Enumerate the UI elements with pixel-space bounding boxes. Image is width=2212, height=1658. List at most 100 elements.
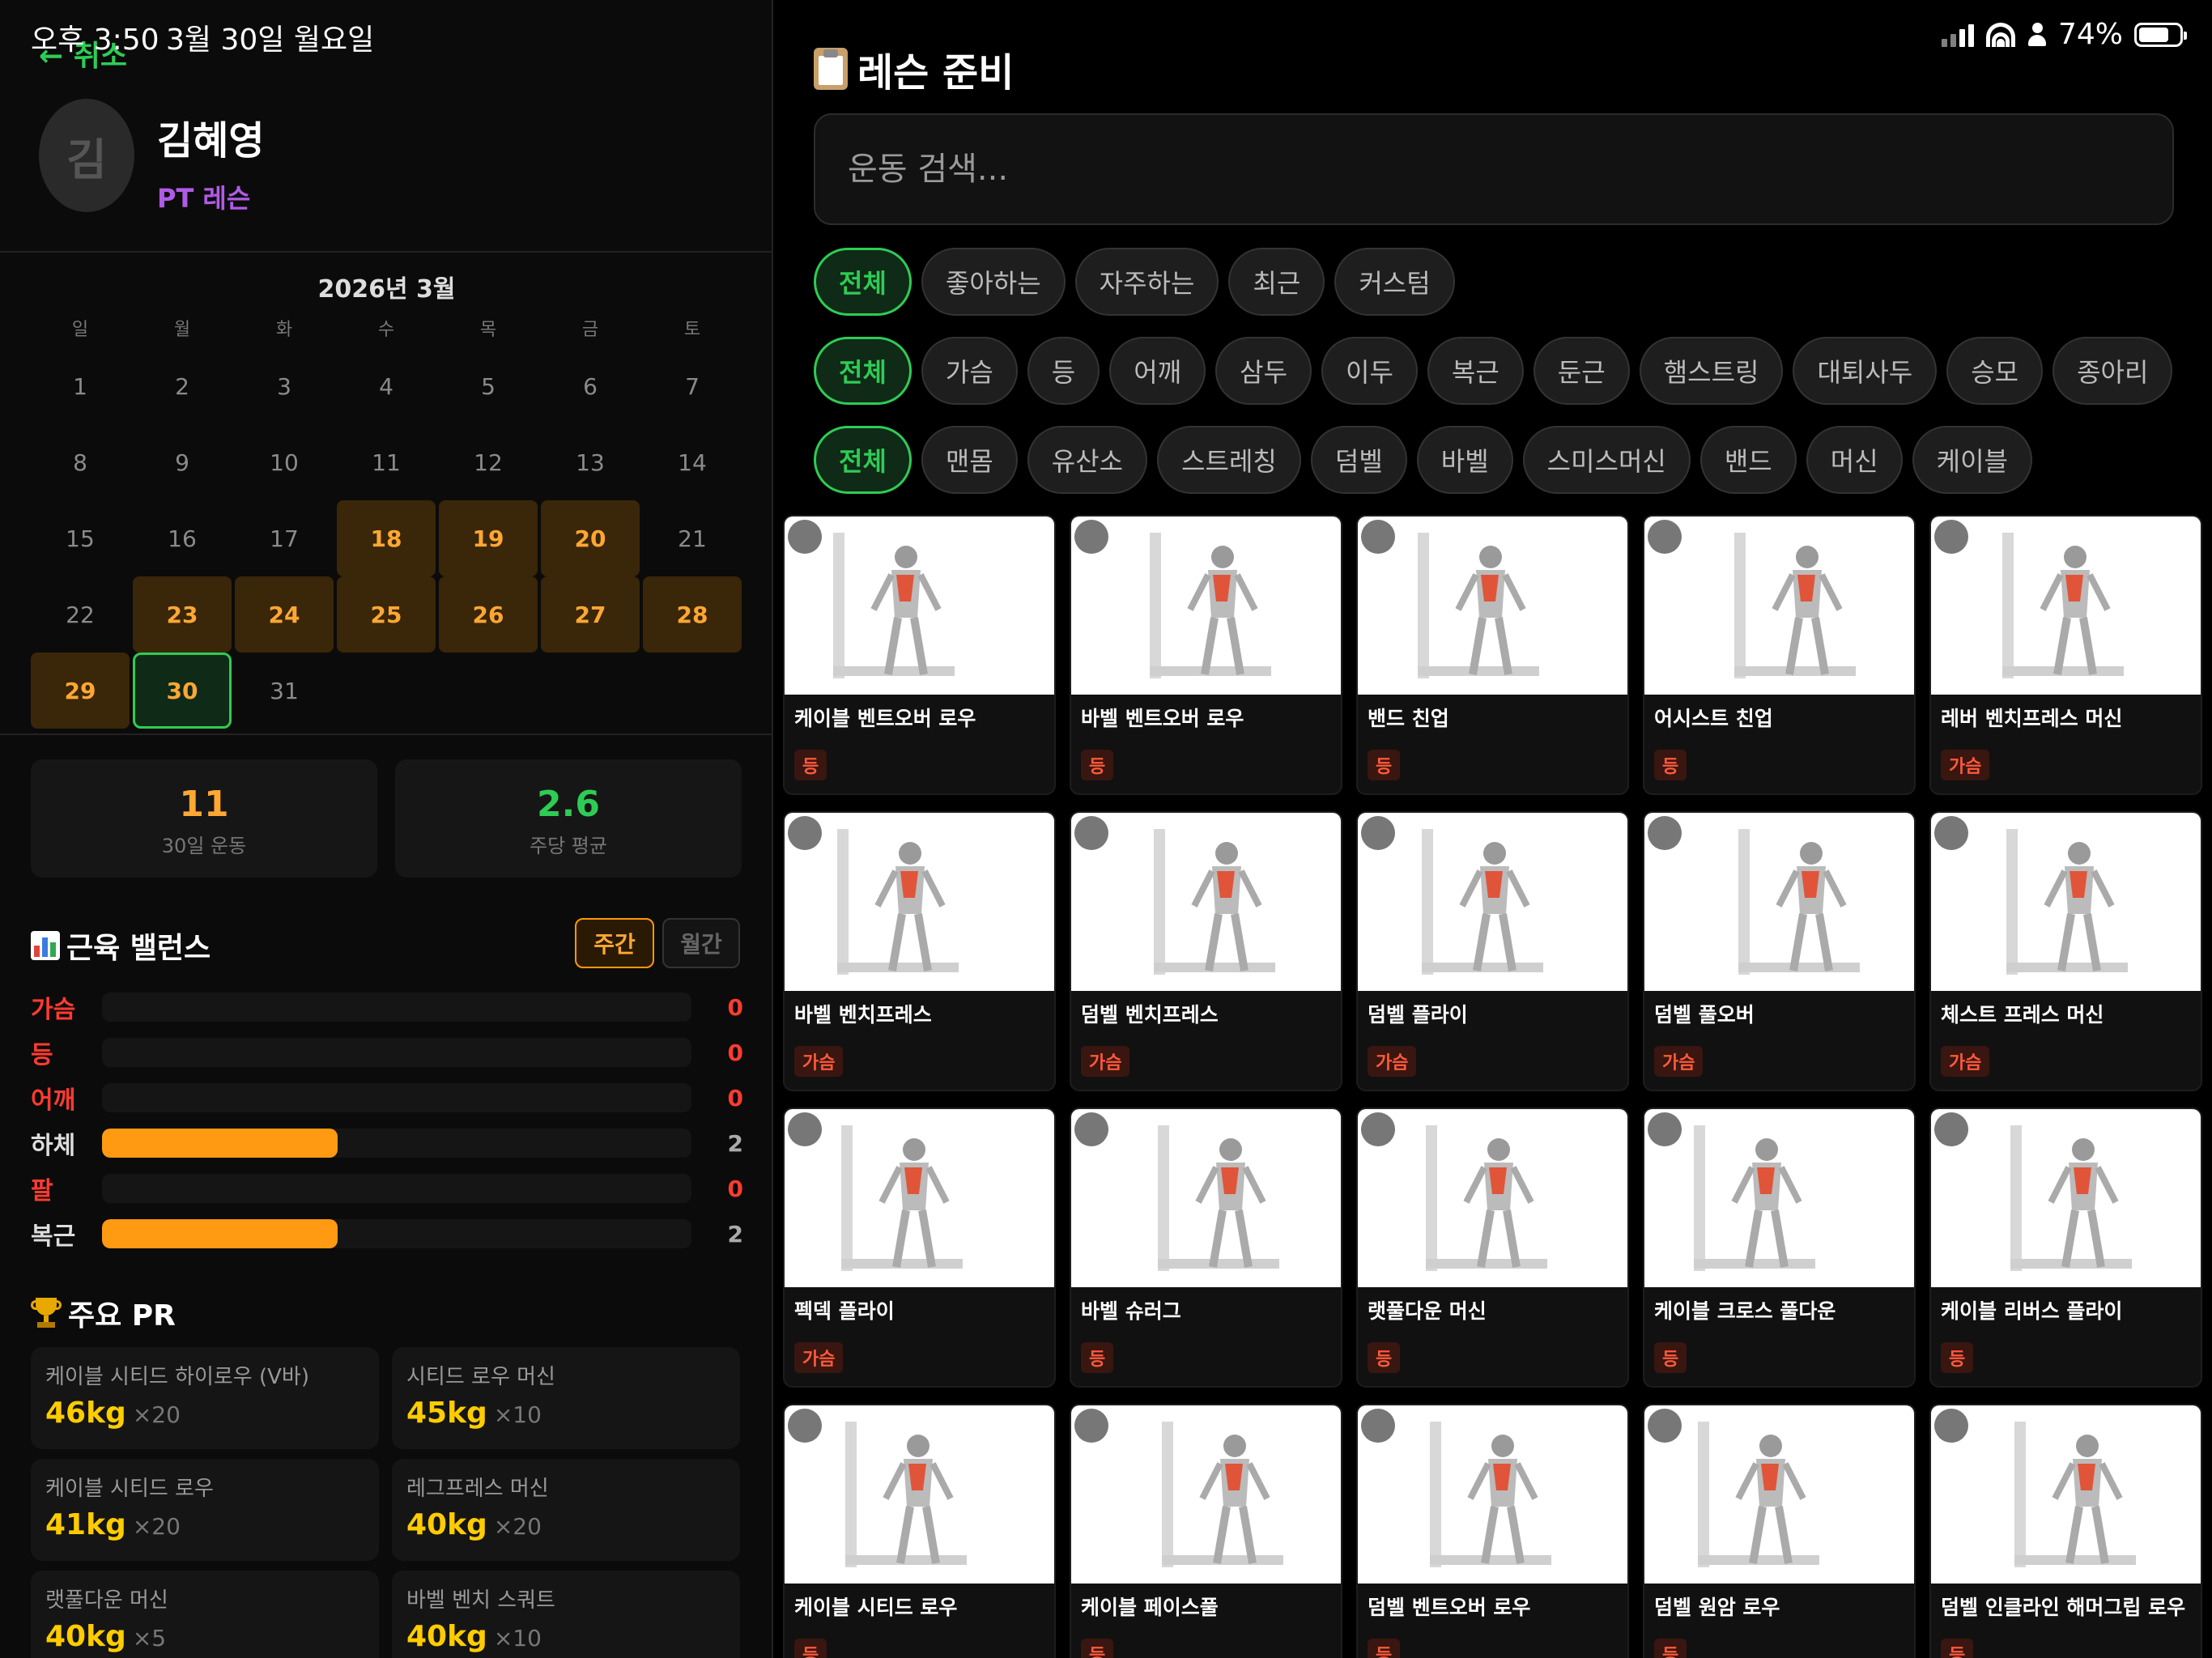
- filter-chip[interactable]: 유산소: [1027, 426, 1148, 494]
- calendar-day[interactable]: 23: [133, 576, 232, 653]
- select-indicator[interactable]: [1361, 520, 1395, 554]
- select-indicator[interactable]: [788, 1112, 822, 1146]
- exercise-card[interactable]: 덤벨 벤치프레스 가슴: [1070, 811, 1342, 1091]
- filter-chip[interactable]: 바벨: [1416, 426, 1513, 494]
- exercise-card[interactable]: 바벨 슈러그 등: [1070, 1107, 1342, 1388]
- select-indicator[interactable]: [788, 816, 822, 850]
- filter-chip[interactable]: 둔근: [1533, 337, 1630, 405]
- calendar-day[interactable]: 21: [644, 500, 740, 576]
- filter-chip[interactable]: 전체: [814, 337, 912, 405]
- select-indicator[interactable]: [788, 520, 822, 554]
- calendar-day[interactable]: 11: [338, 424, 434, 500]
- toggle-weekly[interactable]: 주간: [575, 918, 654, 968]
- calendar-day[interactable]: 3: [236, 348, 332, 424]
- filter-chip[interactable]: 종아리: [2052, 337, 2173, 405]
- filter-chip[interactable]: 좋아하는: [921, 248, 1066, 316]
- select-indicator[interactable]: [1934, 1112, 1968, 1146]
- exercise-card[interactable]: 덤벨 인클라인 해머그립 로우 등: [1929, 1404, 2202, 1658]
- exercise-card[interactable]: 바벨 벤트오버 로우 등: [1070, 515, 1342, 795]
- pr-card[interactable]: 케이블 시티드 로우 41kg ×20: [31, 1459, 379, 1561]
- exercise-card[interactable]: 덤벨 플라이 가슴: [1356, 811, 1629, 1091]
- filter-chip[interactable]: 복근: [1427, 337, 1524, 405]
- exercise-card[interactable]: 바벨 벤치프레스 가슴: [783, 811, 1056, 1091]
- exercise-card[interactable]: 밴드 친업 등: [1356, 515, 1629, 795]
- calendar-day[interactable]: 14: [644, 424, 740, 500]
- calendar-day[interactable]: 15: [32, 500, 128, 576]
- calendar-day[interactable]: 6: [542, 348, 638, 424]
- calendar-day[interactable]: 2: [134, 348, 230, 424]
- pr-card[interactable]: 레그프레스 머신 40kg ×20: [392, 1459, 740, 1561]
- select-indicator[interactable]: [1361, 816, 1395, 850]
- calendar-day[interactable]: 13: [542, 424, 638, 500]
- filter-chip[interactable]: 전체: [814, 426, 912, 494]
- exercise-card[interactable]: 케이블 페이스풀 등: [1070, 1404, 1342, 1658]
- calendar-day[interactable]: 7: [644, 348, 740, 424]
- exercise-card[interactable]: 어시스트 친업 등: [1643, 515, 1916, 795]
- filter-chip[interactable]: 자주하는: [1074, 248, 1219, 316]
- select-indicator[interactable]: [1648, 1409, 1682, 1443]
- select-indicator[interactable]: [1648, 520, 1682, 554]
- calendar-day[interactable]: 12: [440, 424, 536, 500]
- exercise-card[interactable]: 케이블 크로스 풀다운 등: [1643, 1107, 1916, 1388]
- toggle-monthly[interactable]: 월간: [662, 918, 740, 968]
- select-indicator[interactable]: [1934, 520, 1968, 554]
- calendar-day[interactable]: 24: [235, 576, 334, 653]
- filter-chip[interactable]: 최근: [1228, 248, 1325, 316]
- search-input[interactable]: [814, 113, 2174, 225]
- calendar-day[interactable]: 9: [134, 424, 230, 500]
- filter-chip[interactable]: 덤벨: [1310, 426, 1407, 494]
- calendar-day[interactable]: 20: [541, 500, 640, 576]
- cancel-button[interactable]: ← 취소: [39, 32, 127, 74]
- filter-chip[interactable]: 머신: [1806, 426, 1903, 494]
- select-indicator[interactable]: [1361, 1112, 1395, 1146]
- exercise-card[interactable]: 케이블 벤트오버 로우 등: [783, 515, 1056, 795]
- calendar-day[interactable]: 4: [338, 348, 434, 424]
- calendar-day[interactable]: 22: [32, 576, 128, 653]
- filter-chip[interactable]: 삼두: [1215, 337, 1312, 405]
- calendar-day[interactable]: 27: [541, 576, 640, 653]
- calendar-day[interactable]: 17: [236, 500, 332, 576]
- pr-card[interactable]: 케이블 시티드 하이로우 (V바) 46kg ×20: [31, 1347, 379, 1449]
- select-indicator[interactable]: [1934, 816, 1968, 850]
- exercise-card[interactable]: 덤벨 풀오버 가슴: [1643, 811, 1916, 1091]
- filter-chip[interactable]: 승모: [1946, 337, 2044, 405]
- calendar-day[interactable]: 29: [31, 653, 130, 729]
- select-indicator[interactable]: [1361, 1409, 1395, 1443]
- filter-chip[interactable]: 커스텀: [1334, 248, 1455, 316]
- exercise-card[interactable]: 레버 벤치프레스 머신 가슴: [1929, 515, 2202, 795]
- calendar-day[interactable]: 19: [439, 500, 538, 576]
- exercise-card[interactable]: 펙덱 플라이 가슴: [783, 1107, 1056, 1388]
- calendar-day[interactable]: 16: [134, 500, 230, 576]
- pr-card[interactable]: 랫풀다운 머신 40kg ×5: [31, 1571, 379, 1658]
- calendar-day[interactable]: 10: [236, 424, 332, 500]
- select-indicator[interactable]: [1074, 1409, 1108, 1443]
- filter-chip[interactable]: 스미스머신: [1522, 426, 1691, 494]
- exercise-card[interactable]: 체스트 프레스 머신 가슴: [1929, 811, 2202, 1091]
- exercise-card[interactable]: 덤벨 벤트오버 로우 등: [1356, 1404, 1629, 1658]
- filter-chip[interactable]: 맨몸: [921, 426, 1018, 494]
- select-indicator[interactable]: [1934, 1409, 1968, 1443]
- select-indicator[interactable]: [1074, 816, 1108, 850]
- pr-card[interactable]: 시티드 로우 머신 45kg ×10: [392, 1347, 740, 1449]
- calendar-day[interactable]: 25: [337, 576, 436, 653]
- filter-chip[interactable]: 가슴: [921, 337, 1018, 405]
- exercise-card[interactable]: 덤벨 원암 로우 등: [1643, 1404, 1916, 1658]
- filter-chip[interactable]: 대퇴사두: [1793, 337, 1938, 405]
- select-indicator[interactable]: [1074, 1112, 1108, 1146]
- calendar-day[interactable]: 5: [440, 348, 536, 424]
- filter-chip[interactable]: 전체: [814, 248, 912, 316]
- calendar-day[interactable]: 26: [439, 576, 538, 653]
- filter-chip[interactable]: 햄스트링: [1639, 337, 1784, 405]
- calendar-day[interactable]: 31: [236, 653, 332, 729]
- calendar-day[interactable]: 28: [643, 576, 742, 653]
- select-indicator[interactable]: [1074, 520, 1108, 554]
- select-indicator[interactable]: [788, 1409, 822, 1443]
- exercise-card[interactable]: 랫풀다운 머신 등: [1356, 1107, 1629, 1388]
- calendar-day[interactable]: 18: [337, 500, 436, 576]
- filter-chip[interactable]: 어깨: [1109, 337, 1206, 405]
- calendar-day[interactable]: 8: [32, 424, 128, 500]
- calendar-day[interactable]: 30: [133, 653, 232, 729]
- select-indicator[interactable]: [1648, 1112, 1682, 1146]
- exercise-card[interactable]: 케이블 시티드 로우 등: [783, 1404, 1056, 1658]
- filter-chip[interactable]: 등: [1027, 337, 1100, 405]
